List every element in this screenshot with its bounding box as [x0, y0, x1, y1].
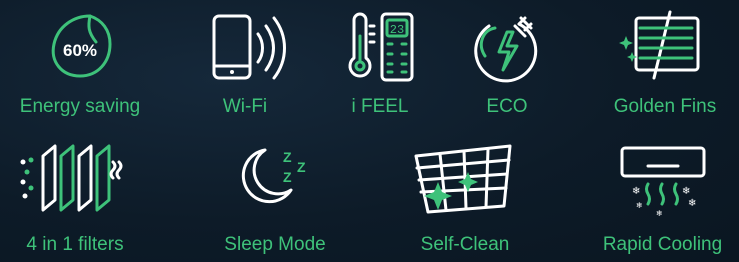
feature-self-clean: Self-Clean: [400, 142, 530, 260]
sleep-z-1: Z: [283, 149, 292, 165]
feature-label-golden-fins: Golden Fins: [613, 96, 717, 117]
ac-snowflake-icon: ❄ ❄ ❄ ❄ ❄: [620, 146, 706, 218]
feature-golden-fins: Golden Fins: [596, 10, 734, 127]
feature-filters: 4 in 1 filters: [5, 142, 145, 260]
feature-label-rapid-cooling: Rapid Cooling: [602, 234, 723, 255]
feature-label-sleep-mode: Sleep Mode: [224, 234, 326, 255]
smartphone-wifi-icon: [212, 14, 286, 80]
feature-label-ifeel: i FEEL: [351, 96, 409, 117]
eco-plug-icon: [474, 16, 538, 83]
feature-rapid-cooling: ❄ ❄ ❄ ❄ ❄ Rapid Cooling: [590, 142, 735, 260]
feature-energy-saving: 60% Energy saving: [5, 12, 155, 127]
feature-ifeel: 23 i FEEL: [335, 12, 425, 127]
feature-label-filters: 4 in 1 filters: [26, 234, 124, 255]
thermometer-remote-icon: 23: [348, 12, 414, 82]
snowflake-icon: ❄: [656, 209, 663, 218]
energy-badge: 60%: [63, 41, 97, 60]
snowflake-icon: ❄: [636, 201, 643, 210]
feature-eco: ECO: [462, 12, 552, 127]
feature-label-wifi: Wi-Fi: [222, 96, 268, 117]
feature-label-energy-saving: Energy saving: [19, 96, 141, 117]
filter-layers-icon: [20, 144, 123, 212]
feature-wifi: Wi-Fi: [195, 12, 295, 127]
golden-fins-icon: [619, 10, 700, 80]
feature-label-self-clean: Self-Clean: [420, 234, 510, 255]
sleep-z-3: Z: [283, 169, 292, 185]
snowflake-icon: ❄: [688, 198, 696, 209]
moon-sleep-icon: Z Z Z: [241, 148, 306, 204]
self-clean-grid-icon: [414, 144, 512, 214]
feature-label-eco: ECO: [486, 96, 528, 117]
snowflake-icon: ❄: [682, 186, 690, 197]
leaf-percent-icon: 60%: [51, 14, 112, 78]
snowflake-icon: ❄: [632, 186, 640, 197]
remote-display: 23: [390, 23, 404, 37]
sleep-z-2: Z: [297, 159, 306, 175]
feature-sleep-mode: Z Z Z Sleep Mode: [210, 142, 340, 260]
